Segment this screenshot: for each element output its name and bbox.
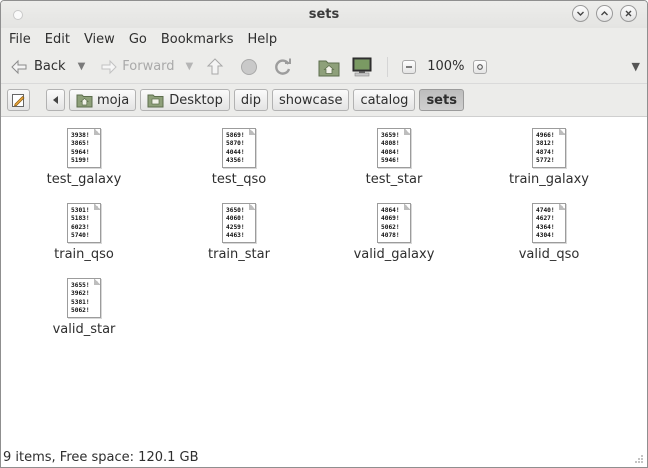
home-folder-icon [76,94,93,107]
file-name: test_star [365,172,423,187]
file-name: test_galaxy [46,172,122,187]
menu-file[interactable]: File [2,32,38,47]
path-segment-label: catalog [360,92,409,108]
window-controls [572,5,637,22]
file-item-test-galaxy[interactable]: 3938! 3865! 5964! 5199! test_galaxy [24,128,144,187]
title-bar[interactable]: sets [1,1,647,28]
text-file-icon: 5869! 5870! 4044! 4356! [222,128,256,168]
location-toggle-button[interactable] [7,89,30,111]
computer-icon [352,57,372,76]
toolbar: Back ▼ Forward ▼ 100% ▼ [1,50,647,84]
path-segment-label: showcase [278,92,343,108]
home-folder-icon [318,60,340,76]
path-segment-sets[interactable]: sets [419,89,464,111]
forward-label: Forward [122,59,175,74]
path-segment-dip[interactable]: dip [233,89,268,111]
back-button[interactable]: Back [9,58,66,76]
zoom-out-button[interactable] [402,59,417,74]
menu-bookmarks[interactable]: Bookmarks [154,32,241,47]
desktop-folder-icon [147,94,164,107]
file-name: test_qso [211,172,267,187]
minimize-button[interactable] [572,5,589,22]
file-view[interactable]: 3938! 3865! 5964! 5199! test_galaxy 5869! 58… [1,120,647,447]
file-item-train-galaxy[interactable]: 4966! 3812! 4874! 5772! train_galaxy [489,128,609,187]
file-item-test-qso[interactable]: 5869! 5870! 4044! 4356! test_qso [179,128,299,187]
path-scroll-left-button[interactable] [46,89,65,111]
file-manager-window: sets File Edit View Go Bookmarks Help Ba… [0,0,648,468]
text-file-icon: 5301! 5183! 6023! 5740! [67,203,101,243]
chevron-up-icon [601,11,608,16]
text-file-icon: 4740! 4627! 4364! 4304! [532,203,566,243]
maximize-button[interactable] [596,5,613,22]
forward-button[interactable]: Forward [99,58,175,76]
location-bar: moja Desktop dip showcase catalog sets [1,84,647,117]
text-file-icon: 3650! 4060! 4259! 4463! [222,203,256,243]
text-file-icon: 3655! 3962! 5381! 5062! [67,278,101,318]
menu-go[interactable]: Go [122,32,154,47]
file-item-train-star[interactable]: 3650! 4060! 4259! 4463! train_star [179,203,299,262]
toolbar-overflow-arrow[interactable]: ▼ [632,60,640,73]
computer-button[interactable] [351,57,373,77]
file-name: train_star [208,247,270,262]
file-name: valid_qso [518,247,580,262]
reload-button[interactable] [273,57,293,77]
minus-icon [406,65,413,68]
zoom-reset-icon [477,63,484,70]
back-label: Back [34,59,66,74]
up-arrow-icon [207,57,224,74]
home-button[interactable] [318,57,340,77]
path-segment-moja[interactable]: moja [69,89,137,111]
zoom-in-button[interactable] [473,59,488,74]
chevron-down-icon [577,11,584,16]
path-segment-label: moja [97,92,130,108]
resize-grip-icon[interactable] [634,454,644,464]
path-segment-desktop[interactable]: Desktop [140,89,230,111]
up-button[interactable] [205,57,225,77]
status-text: 9 items, Free space: 120.1 GB [3,449,199,465]
status-bar: 9 items, Free space: 120.1 GB [1,447,647,467]
file-name: train_galaxy [509,172,589,187]
window-menu-icon[interactable] [13,10,23,20]
file-item-test-star[interactable]: 3659! 4808! 4084! 5946! test_star [334,128,454,187]
file-item-valid-star[interactable]: 3655! 3962! 5381! 5062! valid_star [24,278,144,337]
window-title: sets [308,7,340,22]
back-history-dropdown[interactable]: ▼ [78,61,86,72]
toolbar-separator [387,56,389,77]
menu-view[interactable]: View [77,32,122,47]
left-arrow-icon [53,96,58,104]
path-segment-label: Desktop [169,92,223,108]
back-arrow-icon [11,59,27,74]
close-button[interactable] [620,5,637,22]
text-file-icon: 3659! 4808! 4084! 5946! [377,128,411,168]
stop-button[interactable] [240,58,258,76]
file-name: valid_star [52,322,116,337]
menu-help[interactable]: Help [240,32,284,47]
close-icon [625,10,632,17]
menu-bar: File Edit View Go Bookmarks Help [1,28,647,50]
path-segment-label: dip [240,92,261,108]
file-item-valid-qso[interactable]: 4740! 4627! 4364! 4304! valid_qso [489,203,609,262]
file-item-train-qso[interactable]: 5301! 5183! 6023! 5740! train_qso [24,203,144,262]
path-segment-catalog[interactable]: catalog [353,89,416,111]
reload-icon [275,58,292,75]
file-name: train_qso [54,247,114,262]
text-file-icon: 3938! 3865! 5964! 5199! [67,128,101,168]
file-name: valid_galaxy [353,247,435,262]
path-segment-showcase[interactable]: showcase [271,89,350,111]
path-segment-label: sets [426,92,457,108]
menu-edit[interactable]: Edit [38,32,77,47]
forward-arrow-icon [101,59,117,74]
zoom-level: 100% [427,59,465,74]
text-file-icon: 4864! 4069! 5062! 4078! [377,203,411,243]
stop-icon [241,58,258,75]
file-item-valid-galaxy[interactable]: 4864! 4069! 5062! 4078! valid_galaxy [334,203,454,262]
forward-history-dropdown[interactable]: ▼ [186,61,194,72]
text-file-icon: 4966! 3812! 4874! 5772! [532,128,566,168]
edit-location-icon [12,93,25,107]
